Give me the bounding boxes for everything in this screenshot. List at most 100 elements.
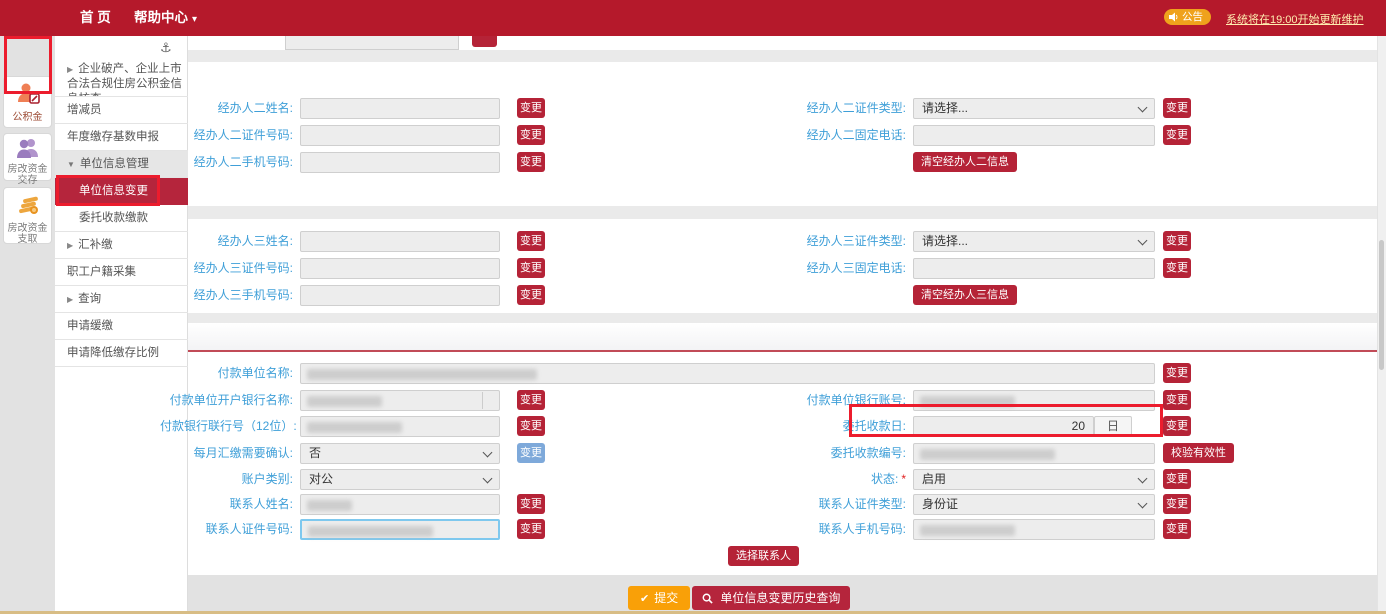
anchor-icon[interactable]: ⚓ — [160, 40, 172, 56]
chevron-down-icon — [1138, 474, 1148, 484]
clear-agent2-button[interactable]: 清空经办人二信息 — [913, 152, 1017, 172]
agent3-idtype-select[interactable]: 请选择... — [913, 231, 1155, 252]
agent2-mobile-change-button[interactable]: 变更 — [517, 152, 545, 172]
page-bottom-border — [0, 611, 1386, 614]
agent2-idno-label: 经办人二证件号码: — [160, 125, 293, 146]
agent2-idno-input[interactable] — [300, 125, 500, 146]
agent2-tel-label: 经办人二固定电话: — [690, 125, 906, 146]
agent2-name-field[interactable] — [301, 99, 499, 118]
contact-idtype-change-button[interactable]: 变更 — [1163, 494, 1191, 514]
sidebar-item-unit-info-change[interactable]: 单位信息变更 — [55, 178, 188, 205]
agent3-tel-field[interactable] — [914, 259, 1154, 278]
announcement-badge[interactable]: 公告 — [1164, 9, 1211, 25]
pay-monthly-confirm-value: 否 — [309, 444, 321, 463]
agent2-idtype-label: 经办人二证件类型: — [690, 98, 906, 119]
masked-value — [920, 396, 1015, 407]
pay-bank-code-label: 付款银行联行号（12位）: — [160, 416, 293, 437]
agent2-mobile-field[interactable] — [301, 153, 499, 172]
change-history-query-label: 单位信息变更历史查询 — [720, 591, 840, 605]
agent2-tel-field[interactable] — [914, 126, 1154, 145]
pay-bank-name-input[interactable] — [300, 390, 500, 411]
collect-day-input[interactable]: 20 — [913, 416, 1094, 437]
contact-id-input[interactable] — [300, 519, 500, 540]
rail-item-housing-deposit[interactable]: 房改资金 交存 — [3, 133, 52, 181]
maintenance-notice-link[interactable]: 系统将在19:00开始更新维护 — [1226, 11, 1364, 27]
pay-bank-acct-change-button[interactable]: 变更 — [1163, 390, 1191, 410]
agent3-mobile-input[interactable] — [300, 285, 500, 306]
agent2-idno-field[interactable] — [301, 126, 499, 145]
rail-item-fund-label: 公积金 — [4, 112, 51, 123]
pay-bank-acct-label: 付款单位银行账号: — [690, 390, 906, 411]
collect-no-input[interactable] — [913, 443, 1155, 464]
pay-bank-name-change-button[interactable]: 变更 — [517, 390, 545, 410]
masked-value — [920, 449, 1055, 460]
sidebar-item-apply-deferral[interactable]: 申请缓缴 — [55, 313, 188, 340]
agent3-idno-field[interactable] — [301, 259, 499, 278]
contact-idtype-select[interactable]: 身份证 — [913, 494, 1155, 515]
agent3-tel-change-button[interactable]: 变更 — [1163, 258, 1191, 278]
chevron-down-icon — [483, 448, 493, 458]
agent2-tel-change-button[interactable]: 变更 — [1163, 125, 1191, 145]
agent3-tel-input[interactable] — [913, 258, 1155, 279]
scrollbar-thumb[interactable] — [1379, 240, 1384, 370]
collect-day-change-button[interactable]: 变更 — [1163, 416, 1191, 436]
agent2-idtype-change-button[interactable]: 变更 — [1163, 98, 1191, 118]
submit-button[interactable]: 提交 — [628, 586, 690, 610]
status-change-button[interactable]: 变更 — [1163, 469, 1191, 489]
status-select[interactable]: 启用 — [913, 469, 1155, 490]
app-window: 首 页 帮助中心 公告 系统将在19:00开始更新维护 公积金 — [0, 0, 1386, 616]
agent3-name-change-button[interactable]: 变更 — [517, 231, 545, 251]
masked-value — [307, 369, 537, 380]
pay-bank-code-change-button[interactable]: 变更 — [517, 416, 545, 436]
pay-monthly-confirm-change-button[interactable]: 变更 — [517, 443, 545, 463]
pay-monthly-confirm-select[interactable]: 否 — [300, 443, 500, 464]
collect-day-unit: 日 — [1094, 416, 1132, 437]
agent2-idno-change-button[interactable]: 变更 — [517, 125, 545, 145]
chevron-down-icon — [483, 474, 493, 484]
clipped-input[interactable] — [285, 36, 459, 50]
rail-item-housing-withdraw[interactable]: 房改资金 支取 — [3, 187, 52, 244]
clear-agent3-button[interactable]: 清空经办人三信息 — [913, 285, 1017, 305]
agent2-name-input[interactable] — [300, 98, 500, 119]
pay-bank-acct-input[interactable] — [913, 390, 1155, 411]
pay-acct-type-select[interactable]: 对公 — [300, 469, 500, 490]
pay-company-input[interactable] — [300, 363, 1155, 384]
agent3-name-input[interactable] — [300, 231, 500, 252]
agent2-idtype-select[interactable]: 请选择... — [913, 98, 1155, 119]
agent3-mobile-change-button[interactable]: 变更 — [517, 285, 545, 305]
change-history-query-button[interactable]: 单位信息变更历史查询 — [692, 586, 850, 610]
clipped-change-button[interactable] — [472, 36, 497, 47]
agent3-name-field[interactable] — [301, 232, 499, 251]
contact-name-change-button[interactable]: 变更 — [517, 494, 545, 514]
submit-button-label: 提交 — [654, 591, 678, 605]
agent3-idno-input[interactable] — [300, 258, 500, 279]
agent2-name-change-button[interactable]: 变更 — [517, 98, 545, 118]
select-contact-button[interactable]: 选择联系人 — [728, 546, 799, 566]
agent2-tel-input[interactable] — [913, 125, 1155, 146]
agent3-idtype-label: 经办人三证件类型: — [690, 231, 906, 252]
nav-help-center[interactable]: 帮助中心 — [134, 0, 197, 36]
sidebar-item-enterprise-check[interactable]: 企业破产、企业上市合法合规住房公积金信息核查 — [55, 56, 188, 97]
agent3-mobile-field[interactable] — [301, 286, 499, 305]
nav-home[interactable]: 首 页 — [80, 0, 111, 36]
agent3-name-label: 经办人三姓名: — [160, 231, 293, 252]
agent3-idtype-change-button[interactable]: 变更 — [1163, 231, 1191, 251]
announcement-badge-label: 公告 — [1182, 11, 1203, 23]
verify-validity-button[interactable]: 校验有效性 — [1163, 443, 1234, 463]
contact-name-input[interactable] — [300, 494, 500, 515]
contact-mobile-input[interactable] — [913, 519, 1155, 540]
agent2-mobile-input[interactable] — [300, 152, 500, 173]
rail-item-fund[interactable]: 公积金 — [3, 76, 52, 128]
required-asterisk: * — [901, 472, 906, 486]
contact-id-change-button[interactable]: 变更 — [517, 519, 545, 539]
rail-item-housing-withdraw-label2: 支取 — [4, 234, 51, 245]
sidebar-item-entrusted-collection[interactable]: 委托收款缴款 — [55, 205, 188, 232]
contact-mobile-change-button[interactable]: 变更 — [1163, 519, 1191, 539]
pay-bank-code-input[interactable] — [300, 416, 500, 437]
module-rail: 公积金 房改资金 交存 房改资金 支取 — [0, 36, 55, 611]
status-label: 状态:* — [690, 469, 906, 490]
top-header-bar: 首 页 帮助中心 公告 系统将在19:00开始更新维护 — [0, 0, 1386, 36]
agent3-idno-change-button[interactable]: 变更 — [517, 258, 545, 278]
masked-value — [308, 526, 433, 537]
pay-company-change-button[interactable]: 变更 — [1163, 363, 1191, 383]
